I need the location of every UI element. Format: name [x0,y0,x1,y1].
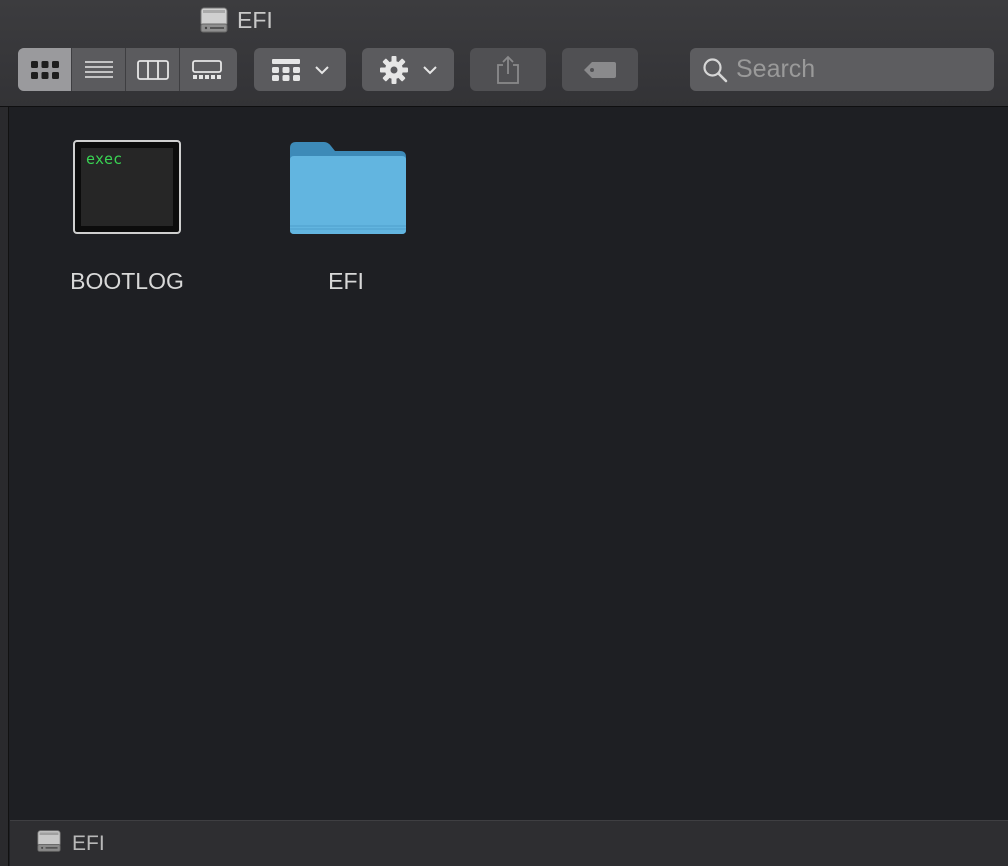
window-title-text: EFI [237,6,273,33]
columns-icon [136,59,169,80]
column-view-button[interactable] [126,48,180,91]
sidebar-edge [0,107,9,866]
tag-icon [584,61,616,78]
tag-button[interactable] [562,48,638,91]
file-item-efi-folder[interactable]: EFI [266,108,426,308]
search-input[interactable] [736,55,976,84]
icon-view-button[interactable] [18,48,72,91]
file-icon-grid: exec BOOTLOG EFI [10,108,1008,820]
path-bar: EFI [10,820,1008,866]
list-icon [84,60,113,78]
external-disk-icon [199,6,229,34]
file-name-label: EFI [328,268,364,294]
window-title: EFI [199,5,273,35]
gear-icon [380,55,408,84]
external-disk-icon [36,829,62,858]
unix-executable-icon: exec [73,140,181,234]
share-button[interactable] [470,48,546,91]
exec-icon-label: exec [86,150,123,168]
path-bar-item[interactable]: EFI [72,832,105,856]
window-titlebar: EFI [0,0,1008,107]
chevron-down-icon [315,65,329,74]
chevron-down-icon [423,65,437,74]
file-name-label: BOOTLOG [70,268,184,294]
gallery-icon [192,59,222,79]
share-icon [497,55,519,84]
grid-icon [30,60,59,79]
action-menu-button[interactable] [362,48,454,91]
search-field[interactable] [690,48,994,91]
search-icon [703,57,728,82]
group-grid-icon [272,58,300,81]
list-view-button[interactable] [72,48,126,91]
folder-icon [290,142,406,234]
group-by-button[interactable] [254,48,346,91]
gallery-view-button[interactable] [180,48,234,91]
file-item-bootlog[interactable]: exec BOOTLOG [47,108,207,308]
view-mode-segmented-control[interactable] [18,48,237,91]
